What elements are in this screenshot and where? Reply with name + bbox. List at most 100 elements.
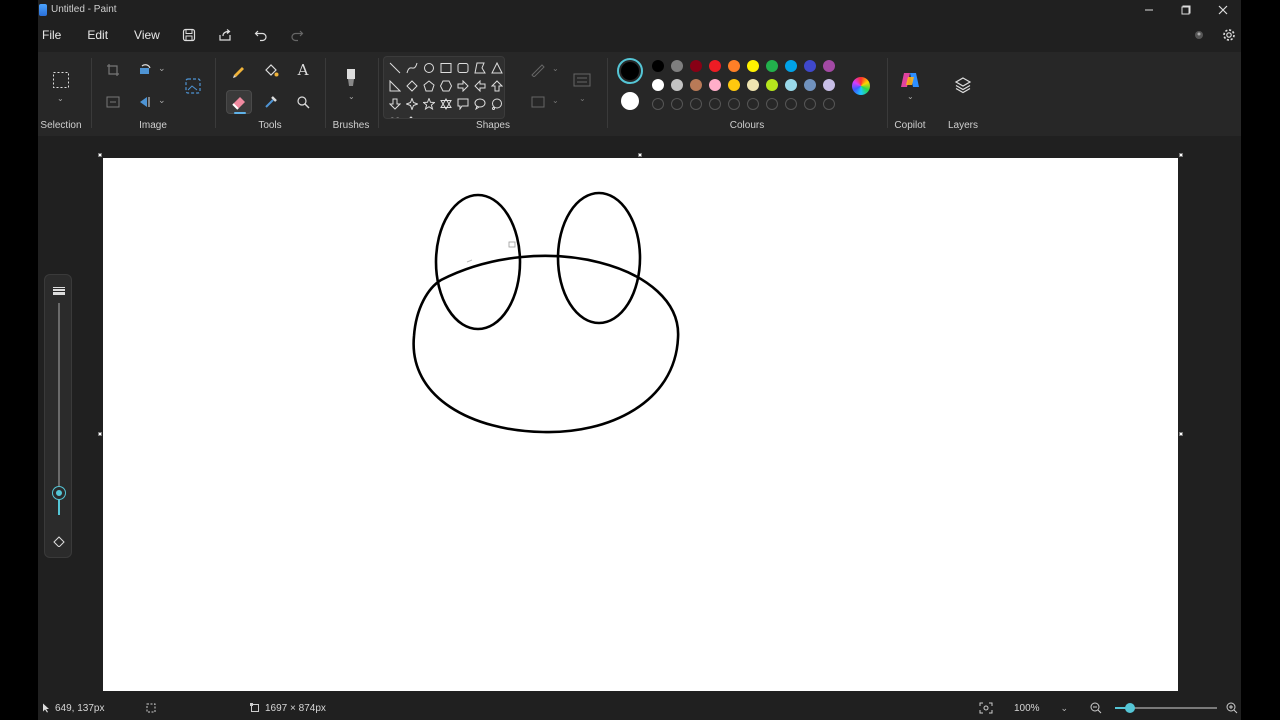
canvas-workspace [38, 140, 1241, 696]
account-button[interactable] [1189, 25, 1209, 45]
five-point-star-shape-icon[interactable] [420, 95, 438, 113]
layers-button[interactable] [950, 73, 976, 97]
shape-fill-button[interactable] [525, 90, 551, 114]
fit-screen-icon [979, 702, 993, 714]
maximize-button[interactable] [1167, 0, 1204, 19]
palette-colour-swatch[interactable] [709, 60, 721, 72]
custom-colour-slot[interactable] [728, 98, 740, 110]
menu-view[interactable]: View [128, 22, 166, 48]
palette-colour-swatch[interactable] [652, 79, 664, 91]
custom-colour-slot[interactable] [709, 98, 721, 110]
custom-colour-slot[interactable] [652, 98, 664, 110]
canvas-resize-handle-top-right[interactable] [1179, 153, 1183, 157]
palette-colour-swatch[interactable] [804, 79, 816, 91]
left-arrow-shape-icon[interactable] [471, 77, 489, 95]
palette-colour-swatch[interactable] [766, 79, 778, 91]
palette-colour-swatch[interactable] [804, 60, 816, 72]
custom-colour-slot[interactable] [671, 98, 683, 110]
canvas-resize-handle-left[interactable] [98, 432, 102, 436]
copilot-button[interactable] [897, 68, 923, 92]
palette-colour-swatch[interactable] [671, 60, 683, 72]
diamond-shape-icon[interactable] [403, 77, 421, 95]
custom-colour-slot[interactable] [785, 98, 797, 110]
down-arrow-shape-icon[interactable] [386, 95, 404, 113]
shape-size-button[interactable] [569, 68, 595, 92]
shapes-gallery[interactable] [383, 56, 505, 119]
shape-outline-button[interactable] [525, 58, 551, 82]
copilot-chevron-icon[interactable]: ⌄ [907, 92, 914, 101]
palette-colour-swatch[interactable] [652, 60, 664, 72]
oval-callout-shape-icon[interactable] [471, 95, 489, 113]
zoom-slider-thumb[interactable] [1125, 703, 1135, 713]
palette-colour-swatch[interactable] [709, 79, 721, 91]
six-point-star-shape-icon[interactable] [437, 95, 455, 113]
palette-colour-swatch[interactable] [671, 79, 683, 91]
palette-colour-swatch[interactable] [747, 79, 759, 91]
minimize-button[interactable] [1130, 0, 1167, 19]
zoom-level-dropdown[interactable]: 100% ⌄ [1004, 698, 1074, 718]
cloud-callout-shape-icon[interactable] [488, 95, 504, 113]
save-button[interactable] [178, 24, 200, 46]
secondary-colour-swatch[interactable] [621, 92, 639, 110]
cursor-arrow-icon [43, 703, 49, 713]
undo-button[interactable] [250, 24, 272, 46]
custom-colour-slot[interactable] [766, 98, 778, 110]
polygon-shape-icon[interactable] [471, 59, 489, 77]
palette-colour-swatch[interactable] [728, 60, 740, 72]
four-point-star-shape-icon[interactable] [403, 95, 421, 113]
fit-to-window-button[interactable] [979, 696, 993, 720]
rectangle-shape-icon[interactable] [437, 59, 455, 77]
curve-shape-icon[interactable] [403, 59, 421, 77]
canvas-resize-handle-top[interactable] [638, 153, 642, 157]
close-button[interactable] [1204, 0, 1241, 19]
line-width-icon [573, 73, 591, 87]
tool-size-slider-track[interactable] [58, 303, 60, 489]
tool-size-slider-thumb[interactable] [53, 487, 65, 499]
rect-callout-shape-icon[interactable] [454, 95, 472, 113]
palette-colour-swatch[interactable] [823, 79, 835, 91]
custom-colour-slot[interactable] [690, 98, 702, 110]
palette-colour-swatch[interactable] [766, 60, 778, 72]
palette-colour-swatch[interactable] [785, 60, 797, 72]
palette-colour-swatch[interactable] [690, 60, 702, 72]
hexagon-shape-icon[interactable] [437, 77, 455, 95]
line-shape-icon[interactable] [386, 59, 404, 77]
primary-colour-swatch[interactable] [617, 58, 643, 84]
zoom-in-button[interactable] [1226, 696, 1238, 720]
palette-colour-swatch[interactable] [785, 79, 797, 91]
custom-colour-slot[interactable] [747, 98, 759, 110]
eraser-mode-button[interactable] [51, 533, 67, 549]
menu-file[interactable]: File [36, 22, 67, 48]
lightning-shape-icon[interactable] [403, 113, 421, 118]
edit-colours-button[interactable] [850, 75, 872, 97]
rounded-rectangle-shape-icon[interactable] [454, 59, 472, 77]
palette-colour-swatch[interactable] [690, 79, 702, 91]
palette-colour-swatch[interactable] [823, 60, 835, 72]
settings-button[interactable] [1219, 25, 1239, 45]
zoom-out-button[interactable] [1090, 696, 1102, 720]
drawing-canvas[interactable] [103, 158, 1178, 691]
shape-fill-chevron-icon[interactable]: ⌄ [552, 96, 559, 105]
custom-colour-slot[interactable] [804, 98, 816, 110]
palette-colour-swatch[interactable] [728, 79, 740, 91]
shape-outline-chevron-icon[interactable]: ⌄ [552, 64, 559, 73]
heart-shape-icon[interactable] [386, 113, 404, 118]
menu-bar: File Edit View [38, 22, 1241, 48]
canvas-resize-handle-right[interactable] [1179, 432, 1183, 436]
triangle-shape-icon[interactable] [488, 59, 504, 77]
palette-colour-swatch[interactable] [747, 60, 759, 72]
canvas-resize-handle-top-left[interactable] [98, 153, 102, 157]
title-bar: Untitled - Paint [38, 0, 1241, 19]
pentagon-shape-icon[interactable] [420, 77, 438, 95]
custom-colour-slot[interactable] [823, 98, 835, 110]
shape-size-chevron-icon[interactable]: ⌄ [579, 94, 586, 103]
menu-edit[interactable]: Edit [81, 22, 114, 48]
right-arrow-shape-icon[interactable] [454, 77, 472, 95]
oval-shape-icon[interactable] [420, 59, 438, 77]
right-triangle-shape-icon[interactable] [386, 77, 404, 95]
share-button[interactable] [214, 24, 236, 46]
up-arrow-shape-icon[interactable] [488, 77, 504, 95]
zoom-out-icon [1090, 702, 1102, 714]
redo-button[interactable] [286, 24, 308, 46]
left-eye-ellipse-stroke [434, 193, 522, 331]
